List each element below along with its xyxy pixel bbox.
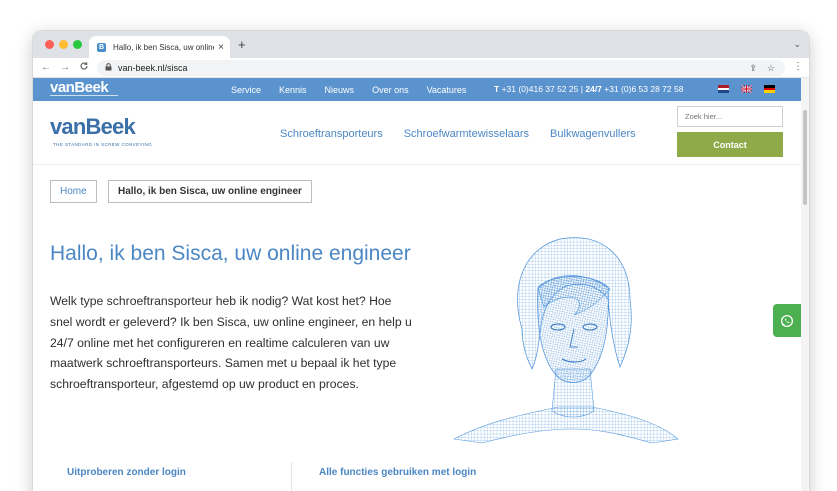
phone-247[interactable]: +31 (0)6 53 28 72 58 [604, 84, 683, 94]
uk-flag-icon[interactable] [741, 85, 752, 93]
breadcrumb-current: Hallo, ik ben Sisca, uw online engineer [108, 180, 312, 203]
browser-tab[interactable]: B Hallo, ik ben Sisca, uw online e × [89, 36, 230, 58]
reload-button[interactable] [79, 61, 89, 75]
minimize-window-button[interactable] [59, 40, 68, 49]
topnav-nieuws[interactable]: Nieuws [325, 85, 355, 95]
site-header: vanBeek THE STANDARD IN SCREW CONVEYING … [33, 101, 801, 165]
tab-search-icon[interactable]: ⌄ [793, 39, 801, 50]
de-flag-icon[interactable] [764, 85, 775, 93]
browser-toolbar: ← → van-beek.nl/sisca ⇪ ☆ ⋮ [33, 58, 809, 78]
topnav-kennis[interactable]: Kennis [279, 85, 307, 95]
address-bar[interactable]: van-beek.nl/sisca ⇪ ☆ [97, 60, 785, 76]
topbar-logo-underline [50, 95, 118, 96]
browser-menu-icon[interactable]: ⋮ [793, 61, 803, 72]
url-text: van-beek.nl/sisca [118, 63, 188, 73]
breadcrumb-home[interactable]: Home [50, 180, 97, 203]
scrollbar-thumb[interactable] [803, 110, 807, 205]
nav-bulkwagenvullers[interactable]: Bulkwagenvullers [550, 128, 636, 140]
topnav-vacatures[interactable]: Vacatures [427, 85, 467, 95]
maximize-window-button[interactable] [73, 40, 82, 49]
phone-label-247: 24/7 [585, 84, 602, 94]
close-window-button[interactable] [45, 40, 54, 49]
main-nav: Schroeftransporteurs Schroefwarmtewissel… [280, 128, 657, 140]
new-tab-button[interactable]: + [238, 38, 246, 52]
bookmark-star-icon[interactable]: ☆ [767, 63, 775, 74]
topbar-logo[interactable]: vanBeek [50, 80, 109, 95]
phone-separator: | [580, 84, 583, 94]
phone-label-t: T [494, 84, 500, 94]
intro-text: Welk type schroeftransporteur heb ik nod… [50, 294, 412, 392]
nav-schroefwarmtewisselaars[interactable]: Schroefwarmtewisselaars [404, 128, 529, 140]
reload-icon [80, 62, 88, 70]
logo-tagline: THE STANDARD IN SCREW CONVEYING [53, 142, 153, 147]
whatsapp-icon [780, 314, 794, 327]
lock-icon [105, 63, 112, 73]
top-nav: Service Kennis Nieuws Over ons Vacatures [231, 78, 484, 101]
nl-flag-icon[interactable] [718, 85, 729, 93]
browser-window: B Hallo, ik ben Sisca, uw online e × + ⌄… [33, 31, 809, 491]
forward-button[interactable]: → [60, 61, 70, 74]
phone-office[interactable]: +31 (0)416 37 52 25 [502, 84, 579, 94]
page-scrollbar[interactable] [801, 78, 809, 491]
page-title: Hallo, ik ben Sisca, uw online engineer [50, 242, 411, 265]
website: vanBeek Service Kennis Nieuws Over ons V… [33, 78, 809, 491]
contact-button[interactable]: Contact [677, 132, 783, 157]
sisca-wireframe-face [453, 237, 679, 444]
column-divider [291, 462, 292, 491]
share-icon[interactable]: ⇪ [749, 63, 757, 74]
topnav-over-ons[interactable]: Over ons [372, 85, 409, 95]
topnav-service[interactable]: Service [231, 85, 261, 95]
tab-title: Hallo, ik ben Sisca, uw online e [113, 42, 215, 52]
close-tab-icon[interactable]: × [218, 42, 224, 53]
whatsapp-button[interactable] [773, 304, 801, 337]
favicon-icon: B [97, 42, 106, 52]
site-logo[interactable]: vanBeek [50, 116, 136, 138]
back-button[interactable]: ← [41, 61, 51, 74]
use-all-functions-login-link[interactable]: Alle functies gebruiken met login [319, 467, 476, 478]
search-input[interactable] [677, 106, 783, 127]
top-bar: vanBeek Service Kennis Nieuws Over ons V… [33, 78, 801, 101]
tab-strip: B Hallo, ik ben Sisca, uw online e × + ⌄ [33, 31, 809, 58]
nav-schroeftransporteurs[interactable]: Schroeftransporteurs [280, 128, 383, 140]
try-without-login-link[interactable]: Uitproberen zonder login [67, 467, 186, 478]
phone-numbers: T +31 (0)416 37 52 25 | 24/7 +31 (0)6 53… [494, 84, 683, 94]
